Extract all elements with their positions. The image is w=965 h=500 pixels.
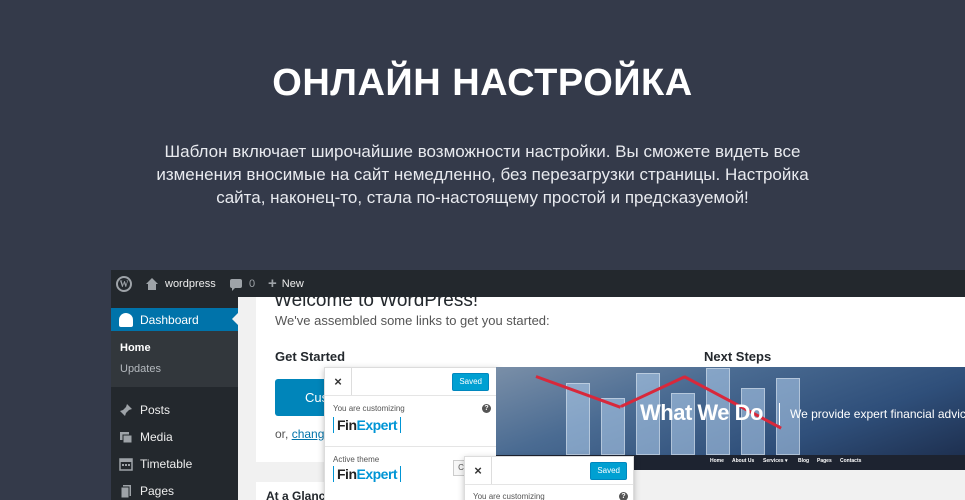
or-label: or,	[275, 427, 292, 441]
next-steps-heading: Next Steps	[704, 349, 772, 364]
sidebar-item-label: Media	[140, 430, 173, 444]
preview-nav-item[interactable]: Pages	[817, 458, 832, 464]
help-icon[interactable]: ?	[619, 492, 628, 500]
new-label: New	[281, 277, 304, 290]
brand-part-1: Fin	[337, 466, 357, 482]
preview-nav-item[interactable]: Services ▾	[763, 458, 787, 464]
calendar-icon	[119, 457, 133, 471]
intro-text: Шаблон включает широчайшие возможности н…	[130, 140, 835, 209]
close-icon[interactable]: ×	[465, 457, 492, 484]
site-preview: What We Do We provide expert financial a…	[496, 367, 965, 470]
dashboard-icon	[119, 312, 133, 327]
brand-part-2: Expert	[356, 417, 398, 433]
brand-part-1: Fin	[337, 417, 357, 433]
site-name-link[interactable]: wordpress	[146, 270, 216, 297]
preview-nav-item[interactable]: Contacts	[840, 458, 861, 464]
theme-name: FinExpert	[333, 466, 402, 482]
intro-line-1: Шаблон включает широчайшие возможности н…	[164, 142, 801, 161]
home-icon	[146, 277, 158, 290]
preview-nav-item[interactable]: About Us	[732, 458, 754, 464]
customizing-label: You are customizing	[333, 404, 405, 413]
divider	[325, 446, 497, 447]
admin-sidebar: Dashboard Home Updates Posts Media Timet…	[111, 297, 238, 500]
comments-link[interactable]: 0	[230, 270, 255, 297]
sidebar-item-label: Dashboard	[140, 312, 199, 327]
active-theme-label: Active theme	[333, 455, 380, 464]
media-icon	[119, 430, 133, 444]
at-a-glance-title: At a Glance	[266, 489, 333, 500]
sidebar-item-timetable[interactable]: Timetable	[111, 452, 238, 476]
customizer-header: × Saved	[325, 368, 497, 396]
preview-nav-item[interactable]: Blog	[798, 458, 809, 464]
sidebar-item-label: Pages	[140, 484, 175, 498]
submenu-home[interactable]: Home	[120, 342, 151, 354]
submenu-updates[interactable]: Updates	[120, 363, 161, 375]
saved-button[interactable]: Saved	[452, 373, 489, 391]
headline-separator	[779, 403, 780, 425]
brand-part-2: Expert	[356, 466, 398, 482]
pin-icon	[119, 403, 133, 417]
change-theme-text: or, change	[275, 427, 331, 441]
saved-button[interactable]: Saved	[590, 462, 627, 480]
sidebar-item-media[interactable]: Media	[111, 425, 238, 449]
wordpress-screenshot: W wordpress 0 + New Dashboard Home Updat…	[111, 270, 965, 500]
sidebar-item-label: Posts	[140, 403, 171, 417]
welcome-title: Welcome to WordPress!	[274, 290, 479, 311]
comment-icon	[230, 279, 242, 291]
welcome-subtitle: We've assembled some links to get you st…	[275, 313, 550, 328]
wordpress-logo-button[interactable]: W	[116, 270, 132, 297]
wordpress-logo-icon: W	[116, 275, 132, 292]
admin-bar: W wordpress 0 + New	[111, 270, 965, 297]
customizing-label: You are customizing	[473, 492, 545, 500]
sidebar-item-dashboard[interactable]: Dashboard	[111, 308, 238, 331]
site-name: wordpress	[165, 277, 216, 290]
sidebar-item-posts[interactable]: Posts	[111, 398, 238, 422]
site-title: FinExpert	[333, 417, 402, 433]
customizer-header: × Saved	[465, 457, 633, 485]
close-icon[interactable]: ×	[325, 368, 352, 395]
preview-nav-item[interactable]: Home	[710, 458, 724, 464]
sidebar-item-pages[interactable]: Pages	[111, 479, 238, 500]
intro-line-3: сайта, наконец-то, стала по-настоящему п…	[216, 188, 749, 207]
help-icon[interactable]: ?	[482, 404, 491, 413]
customizer-panel-secondary: × Saved You are customizing ?	[464, 456, 634, 500]
sidebar-item-label: Timetable	[140, 457, 193, 471]
page-title: ОНЛАЙН НАСТРОЙКА	[272, 62, 693, 104]
intro-line-2: изменения вносимые на сайт немедленно, б…	[156, 165, 809, 184]
get-started-heading: Get Started	[275, 349, 346, 364]
preview-tagline: We provide expert financial advice fo	[790, 407, 965, 421]
pages-icon	[119, 484, 133, 499]
dashboard-submenu: Home Updates	[111, 331, 238, 387]
comment-count: 0	[249, 277, 256, 290]
preview-headline: What We Do	[640, 400, 763, 425]
